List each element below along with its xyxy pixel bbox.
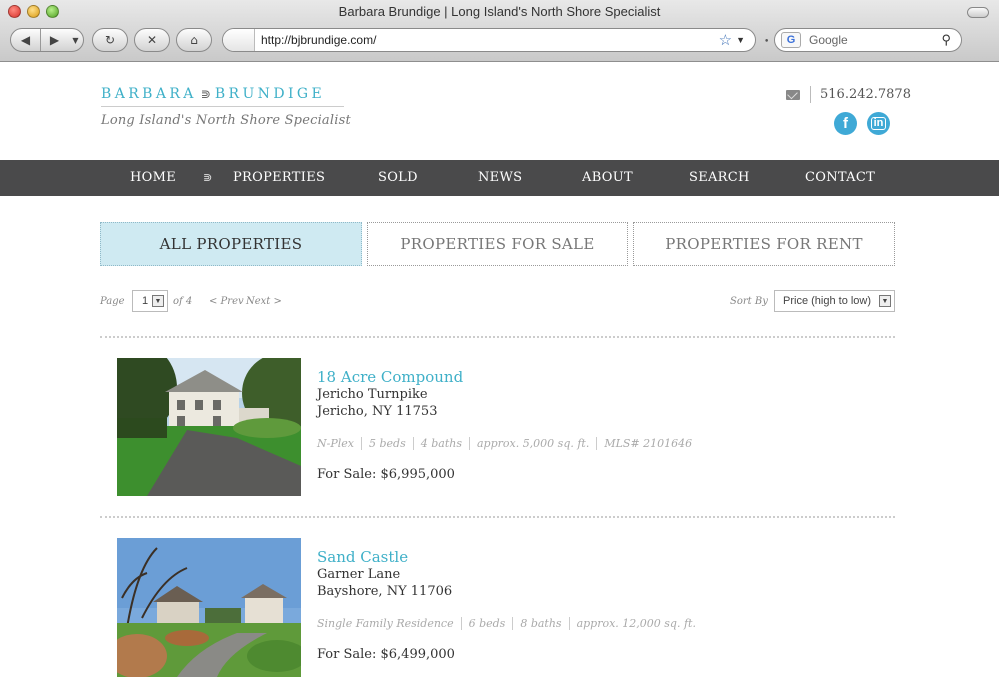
url-text[interactable]: http://bjbrundige.com/ bbox=[261, 33, 719, 47]
sort-label: Sort By bbox=[730, 296, 768, 307]
linkedin-label: in bbox=[870, 117, 887, 130]
next-page-link[interactable]: Next > bbox=[246, 296, 282, 307]
site-logo[interactable]: BARBARA ⋑ BRUNDIGE bbox=[101, 86, 325, 102]
page-select[interactable]: 1 ▼ bbox=[132, 290, 168, 312]
nav-item-search[interactable]: SEARCH bbox=[689, 160, 750, 196]
envelope-icon[interactable] bbox=[786, 90, 800, 100]
browser-toolbar: Barbara Brundige | Long Island's North S… bbox=[0, 0, 999, 62]
reload-button[interactable]: ↻ bbox=[92, 28, 128, 52]
site-tagline: Long Island's North Shore Specialist bbox=[101, 113, 351, 128]
section-divider bbox=[100, 516, 895, 518]
listing-city: Jericho, NY 11753 bbox=[317, 404, 438, 419]
nav-item-sold[interactable]: SOLD bbox=[378, 160, 418, 196]
listing-street: Jericho Turnpike bbox=[317, 387, 428, 402]
logo-first-name: BARBARA bbox=[101, 86, 197, 102]
history-dropdown-icon[interactable]: ▼ bbox=[69, 36, 83, 45]
nav-item-contact[interactable]: CONTACT bbox=[805, 160, 875, 196]
spec-type: N-Plex bbox=[317, 437, 354, 450]
contact-divider bbox=[810, 86, 811, 103]
nav-item-properties[interactable]: PROPERTIES bbox=[233, 160, 325, 196]
spec-baths: 8 baths bbox=[512, 617, 568, 630]
facebook-icon[interactable]: f bbox=[834, 112, 857, 135]
tab-properties-for-rent[interactable]: PROPERTIES FOR RENT bbox=[633, 222, 895, 266]
page-count: of 4 bbox=[173, 296, 193, 307]
nav-item-news[interactable]: NEWS bbox=[478, 160, 522, 196]
site-icon bbox=[223, 29, 255, 51]
spec-type: Single Family Residence bbox=[317, 617, 454, 630]
listing-title[interactable]: 18 Acre Compound bbox=[317, 368, 463, 386]
home-button[interactable]: ⌂ bbox=[176, 28, 212, 52]
nav-item-about[interactable]: ABOUT bbox=[582, 160, 633, 196]
listing-title[interactable]: Sand Castle bbox=[317, 548, 408, 566]
phone-number: 516.242.7878 bbox=[820, 87, 911, 102]
listing-photo[interactable] bbox=[117, 358, 301, 496]
back-forward-group: ◀ ▶ ▼ bbox=[10, 28, 84, 52]
listing-specs: N-Plex 5 beds 4 baths approx. 5,000 sq. … bbox=[317, 437, 699, 450]
sort-select[interactable]: Price (high to low) ▼ bbox=[774, 290, 895, 312]
nav-item-home[interactable]: HOME bbox=[130, 160, 176, 196]
url-dropdown-icon[interactable]: ▼ bbox=[736, 35, 745, 45]
listing-price: For Sale: $6,499,000 bbox=[317, 647, 455, 662]
forward-button[interactable]: ▶ bbox=[41, 33, 69, 47]
google-icon[interactable]: G bbox=[781, 32, 801, 48]
tab-properties-for-sale[interactable]: PROPERTIES FOR SALE bbox=[367, 222, 628, 266]
window-title: Barbara Brundige | Long Island's North S… bbox=[338, 4, 661, 19]
tab-all-properties[interactable]: ALL PROPERTIES bbox=[100, 222, 362, 266]
toolbar-toggle-button[interactable] bbox=[967, 7, 989, 18]
house-photo-1 bbox=[117, 358, 301, 496]
page-select-value: 1 bbox=[142, 295, 149, 307]
fish-icon: ⋑ bbox=[200, 87, 211, 101]
listing-photo[interactable] bbox=[117, 538, 301, 677]
back-button[interactable]: ◀ bbox=[12, 33, 40, 47]
listing-city: Bayshore, NY 11706 bbox=[317, 584, 453, 599]
bookmark-star-icon[interactable]: ☆ bbox=[719, 31, 732, 49]
spec-mls: MLS# 2101646 bbox=[596, 437, 699, 450]
house-photo-2 bbox=[117, 538, 301, 677]
spec-area: approx. 12,000 sq. ft. bbox=[568, 617, 703, 630]
listing-street: Garner Lane bbox=[317, 567, 401, 582]
page-label: Page bbox=[100, 296, 125, 307]
spec-area: approx. 5,000 sq. ft. bbox=[468, 437, 596, 450]
chevron-down-icon: ▼ bbox=[152, 295, 164, 307]
search-field[interactable]: G Google ⚲ bbox=[774, 28, 962, 52]
sort-select-value: Price (high to low) bbox=[783, 295, 872, 307]
spec-beds: 6 beds bbox=[460, 617, 513, 630]
listing-specs: Single Family Residence 6 beds 8 baths a… bbox=[317, 617, 703, 630]
logo-divider bbox=[101, 106, 344, 107]
chevron-down-icon: ▼ bbox=[879, 295, 891, 307]
spec-beds: 5 beds bbox=[360, 437, 413, 450]
spec-baths: 4 baths bbox=[412, 437, 469, 450]
linkedin-icon[interactable]: in bbox=[867, 112, 890, 135]
search-input[interactable]: Google bbox=[809, 33, 941, 47]
listing-price: For Sale: $6,995,000 bbox=[317, 467, 455, 482]
toolbar-separator-icon: • bbox=[764, 37, 770, 47]
fish-icon: ⋑ bbox=[203, 171, 213, 184]
section-divider bbox=[100, 336, 895, 338]
navigation-toolbar: ◀ ▶ ▼ ↻ ✕ ⌂ http://bjbrundige.com/ ☆ ▼ •… bbox=[0, 28, 999, 56]
stop-button[interactable]: ✕ bbox=[134, 28, 170, 52]
prev-page-link[interactable]: < Prev bbox=[209, 296, 244, 307]
logo-last-name: BRUNDIGE bbox=[214, 86, 326, 102]
address-bar[interactable]: http://bjbrundige.com/ ☆ ▼ bbox=[222, 28, 756, 52]
search-icon[interactable]: ⚲ bbox=[941, 32, 951, 48]
main-navigation: HOME ⋑ PROPERTIES SOLD NEWS ABOUT SEARCH… bbox=[0, 160, 999, 196]
